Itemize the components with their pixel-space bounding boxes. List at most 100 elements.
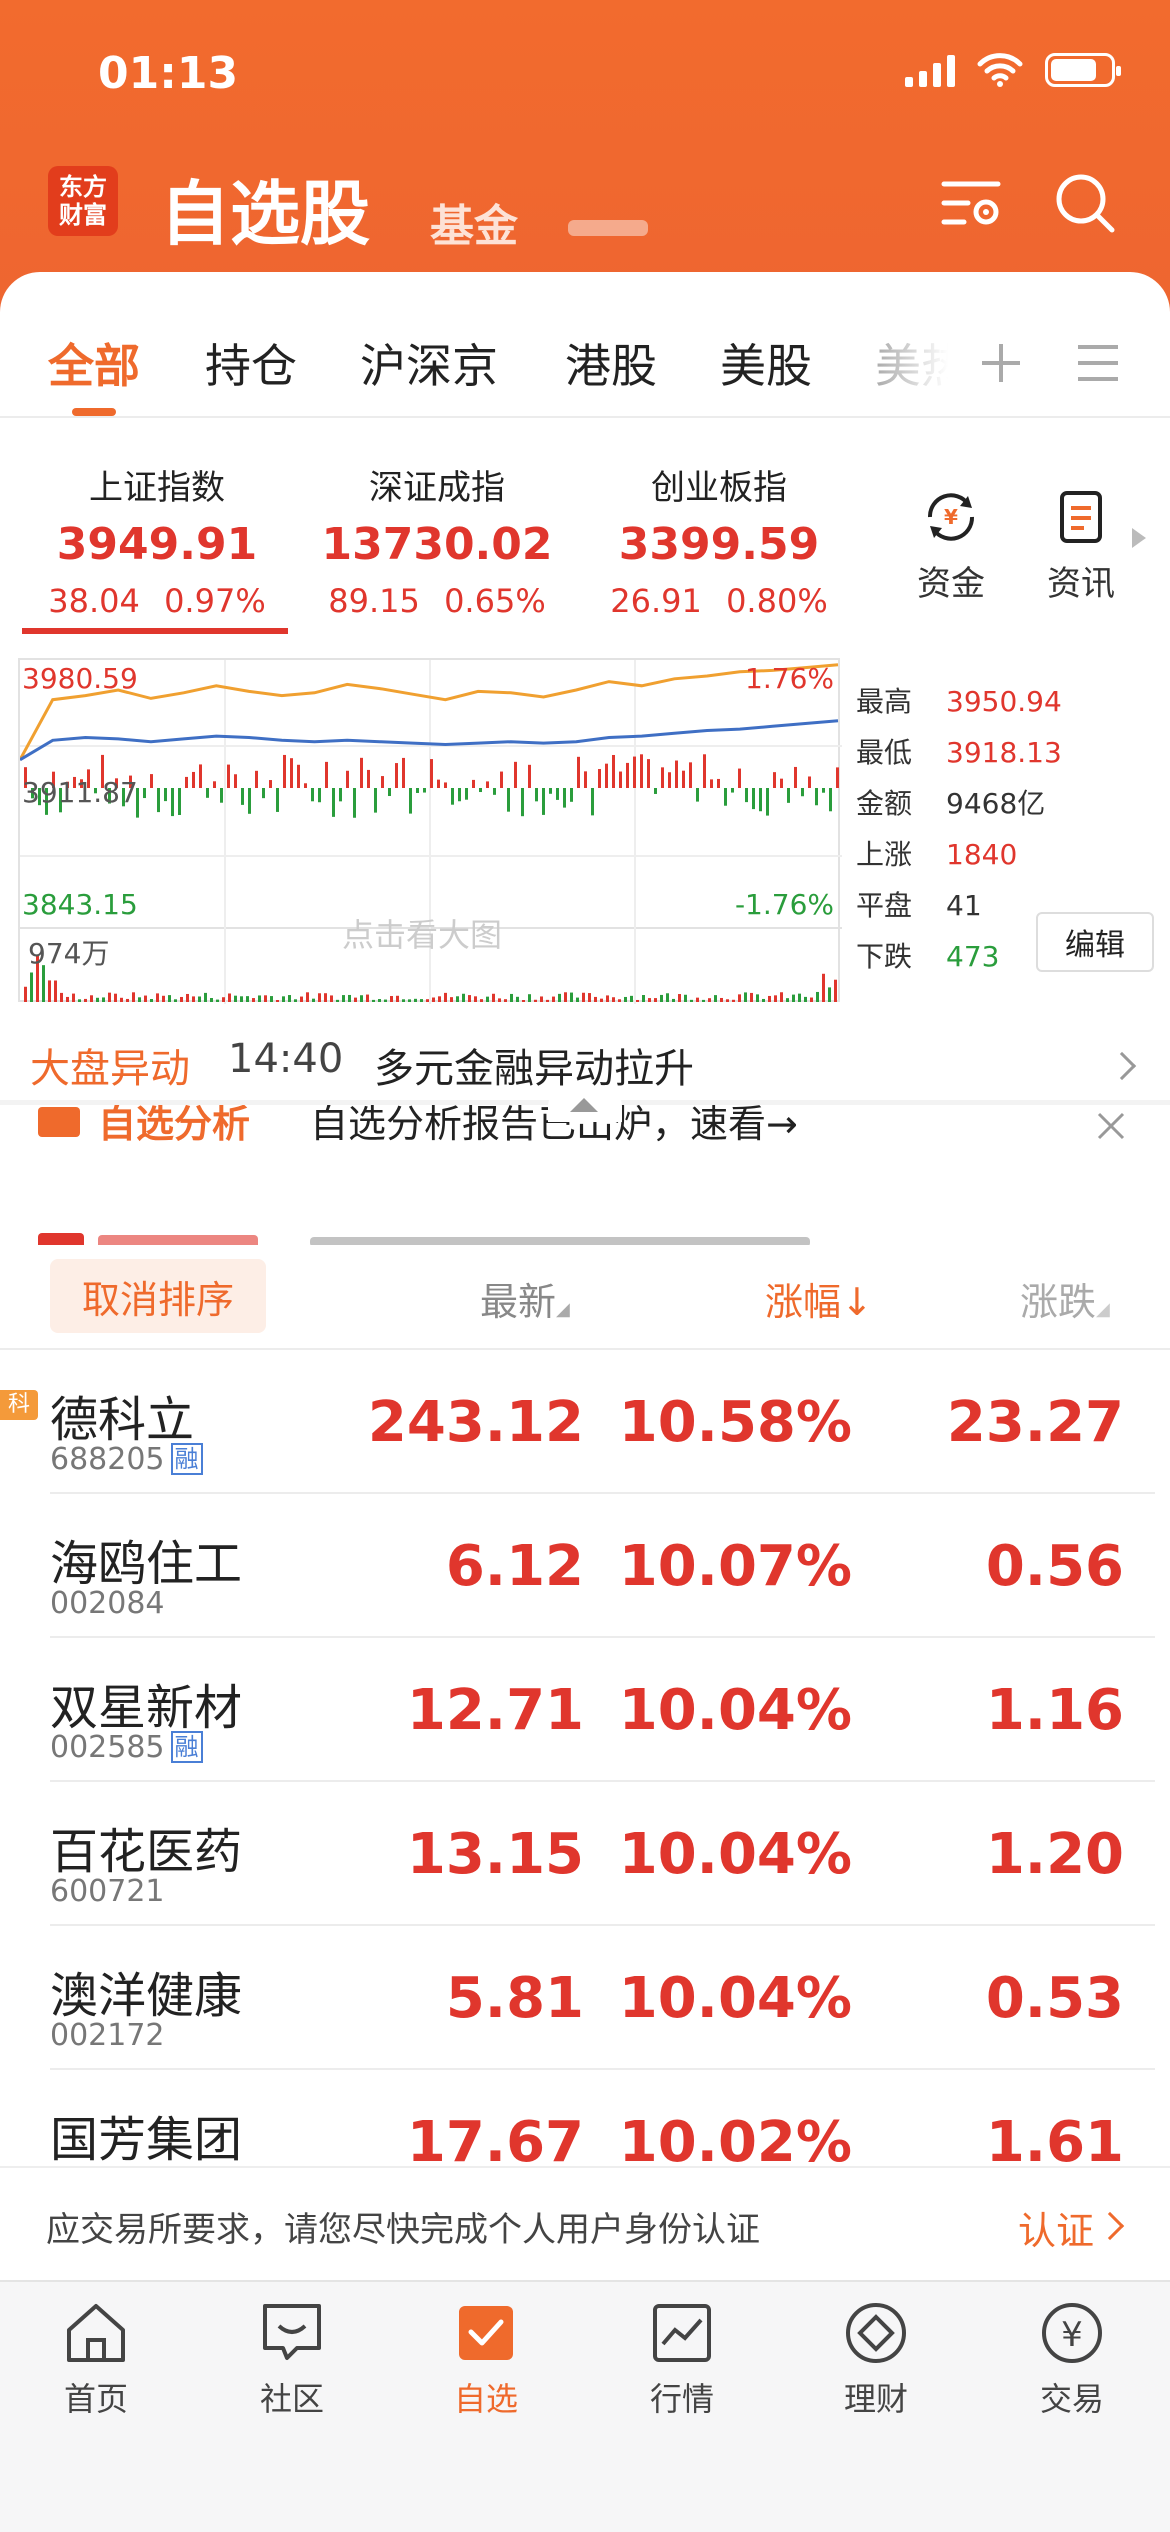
tab-partial[interactable] [568, 220, 648, 236]
collapse-handle-icon[interactable] [548, 1088, 622, 1122]
verify-link[interactable]: 认证 [1018, 2200, 1094, 2255]
breadth-bar [696, 788, 699, 802]
tab-fund[interactable]: 基金 [430, 190, 518, 254]
volume-bar [156, 993, 159, 1002]
breadth-bar [535, 788, 538, 802]
chart-volume-label: 974万 [28, 937, 110, 970]
stock-row[interactable]: 海鸥住工 002084 6.12 10.07% 0.56 [0, 1494, 1170, 1638]
volume-bar [762, 998, 765, 1002]
cancel-sort-button[interactable]: 取消排序 [50, 1259, 266, 1333]
volume-bar [432, 997, 435, 1002]
stock-row[interactable]: 国芳集团 17.67 10.02% 1.61 [0, 2070, 1170, 2166]
nav-community[interactable]: 社区 [212, 2300, 372, 2420]
breadth-bar [248, 788, 251, 814]
volume-bar [792, 994, 795, 1002]
sort-change[interactable]: 涨跌◢ [1020, 1271, 1110, 1326]
tab-hk[interactable]: 港股 [565, 330, 657, 396]
breadth-bar [192, 771, 195, 788]
nav-wealth[interactable]: 理财 [796, 2300, 956, 2420]
nav-watchlist[interactable]: 自选 [406, 2300, 566, 2420]
index-value: 3949.91 [56, 519, 258, 570]
add-icon[interactable] [980, 342, 1022, 384]
index-shenzhen[interactable]: 深证成指 13730.02 89.15 0.65% [302, 460, 572, 620]
verification-notice: 应交易所要求，请您尽快完成个人用户身份认证 认证 [0, 2166, 1170, 2280]
volume-bar [312, 998, 315, 1002]
volume-bar [270, 996, 273, 1002]
sort-latest[interactable]: 最新◢ [480, 1271, 570, 1326]
stock-latest: 243.12 [367, 1390, 584, 1455]
search-icon[interactable] [1052, 170, 1118, 236]
nav-trade[interactable]: ¥ 交易 [992, 2300, 1152, 2420]
stock-code: 002084 [50, 1586, 165, 1621]
stat-key: 金额 [856, 787, 913, 820]
stat-value: 41 [946, 889, 982, 922]
breadth-bar [304, 783, 307, 788]
volume-bar [192, 996, 195, 1002]
edit-button[interactable]: 编辑 [1036, 912, 1154, 972]
index-chinext[interactable]: 创业板指 3399.59 26.91 0.80% [584, 460, 854, 620]
nav-market[interactable]: 行情 [602, 2300, 762, 2420]
breadth-bar [612, 754, 615, 788]
stock-row[interactable]: 百花医药 600721 13.15 10.04% 1.20 [0, 1782, 1170, 1926]
stock-name: 百花医药 [50, 1824, 243, 1880]
breadth-bar [661, 767, 664, 788]
status-time: 01:13 [98, 48, 239, 99]
index-shanghai[interactable]: 上证指数 3949.91 38.04 0.97% [22, 460, 292, 620]
stat-high: 最高 3950.94 [856, 680, 1062, 720]
breadth-bar [577, 756, 580, 788]
volume-bar [510, 993, 513, 1002]
volume-bar [228, 993, 231, 1002]
breadth-bar [206, 788, 209, 798]
breadth-bar [563, 788, 566, 808]
margin-badge: 融 [170, 1731, 203, 1763]
nav-label: 行情 [649, 2380, 714, 2418]
volume-bar [630, 995, 633, 1002]
volume-bar [714, 995, 717, 1002]
news-button[interactable]: 资讯 [1036, 488, 1126, 605]
page-title[interactable]: 自选股 [160, 158, 370, 259]
nav-home[interactable]: 首页 [16, 2300, 176, 2420]
menu-icon[interactable] [1078, 344, 1118, 382]
breadth-bar [752, 788, 755, 810]
stock-code-text: 688205 [50, 1442, 165, 1477]
index-chart[interactable]: 3980.59 3911.87 3843.15 1.76% -1.76% 974… [18, 658, 842, 1004]
tab-holdings[interactable]: 持仓 [205, 330, 297, 396]
volume-bar [174, 999, 177, 1002]
volume-bar [516, 996, 519, 1002]
volume-bar [834, 979, 837, 1002]
volume-bar [486, 996, 489, 1002]
stock-row[interactable]: 科 德科立 688205 融 243.12 10.58% 23.27 [0, 1350, 1170, 1494]
stat-up: 上涨 1840 [856, 833, 1017, 873]
list-settings-icon[interactable] [940, 170, 1006, 236]
more-arrow-icon[interactable] [1132, 528, 1146, 548]
stock-code: 002172 [50, 2018, 165, 2053]
breadth-bar [591, 788, 594, 816]
volume-bar [126, 998, 129, 1002]
volume-bar [138, 997, 141, 1002]
news-icon [1060, 491, 1102, 543]
breadth-bar [437, 779, 440, 788]
volume-bar [624, 996, 627, 1002]
stock-row[interactable]: 双星新材 002585 融 12.71 10.04% 1.16 [0, 1638, 1170, 1782]
funds-button[interactable]: ¥ 资金 [906, 488, 996, 605]
volume-bar [582, 992, 585, 1002]
volume-bar [450, 997, 453, 1002]
volume-bar [390, 996, 393, 1002]
tab-us[interactable]: 美股 [720, 330, 812, 396]
breadth-bar [465, 788, 468, 800]
stock-row[interactable]: 澳洋健康 002172 5.81 10.04% 0.53 [0, 1926, 1170, 2070]
tab-shanghai-shenzhen[interactable]: 沪深京 [360, 330, 498, 396]
chart-pct-high: 1.76% [745, 662, 834, 695]
volume-bar [318, 993, 321, 1002]
volume-bar [204, 992, 207, 1002]
tab-all[interactable]: 全部 [48, 330, 140, 396]
nav-label: 首页 [63, 2380, 128, 2418]
volume-bar [522, 999, 525, 1002]
close-icon[interactable] [1096, 1111, 1126, 1141]
breadth-bar [402, 757, 405, 788]
breadth-bar [647, 759, 650, 788]
breadth-bar [227, 764, 230, 788]
breadth-bar [773, 772, 776, 788]
sort-pct[interactable]: 涨幅↓ [765, 1271, 873, 1326]
analysis-banner[interactable]: 自选分析 自选分析报告已出炉，速看→ [0, 1105, 1170, 1245]
